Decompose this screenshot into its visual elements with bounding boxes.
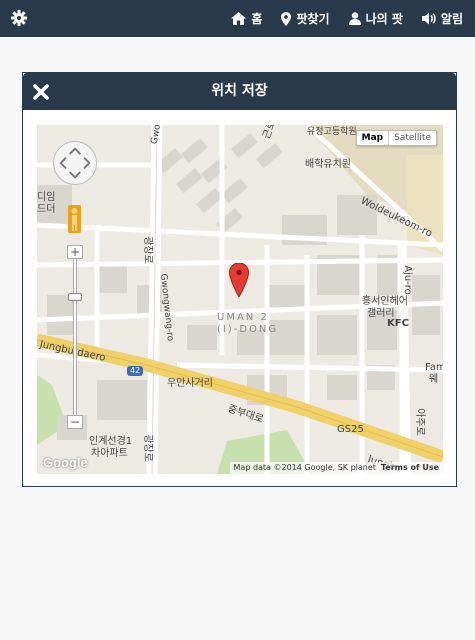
map-pin-icon[interactable] — [229, 263, 249, 297]
volume-icon — [421, 12, 436, 25]
map-label-kfc: KFC — [387, 318, 409, 329]
map-label-baehak: 배학유치원 — [305, 159, 351, 170]
google-logo: Google — [43, 455, 88, 470]
map-label-apt2: 차아파트 — [91, 448, 128, 459]
map-label-heungseo: 흥서인헤어 — [362, 296, 408, 307]
save-location-panel: 위치 저장 배학유치원 유정고등학원 Woldeukeom-ro Aju-ro … — [22, 72, 457, 487]
pan-control[interactable] — [53, 141, 97, 185]
nav-home[interactable]: 홈 — [231, 10, 262, 27]
map-label-dim: 디임 — [37, 192, 56, 203]
map-marker-icon — [281, 11, 292, 26]
nav-home-label: 홈 — [251, 12, 263, 26]
map-label-route: 42 — [130, 366, 141, 375]
nav-alerts-label: 알림 — [440, 12, 463, 26]
top-navbar: 홈 팟찾기 나의 팟 알림 — [0, 0, 475, 37]
map-label-gwangwang-kr-low: 광장로 — [141, 434, 153, 462]
pegman-icon[interactable] — [68, 205, 81, 233]
map-label-aju-ro-kr: 아주로 — [413, 408, 425, 436]
zoom-in-button[interactable]: + — [67, 245, 83, 259]
map-type-control: Map Satellite — [355, 130, 437, 146]
map-attribution: Map data ©2014 Google, SK planet Terms of… — [229, 462, 443, 474]
nav-find-pot[interactable]: 팟찾기 — [281, 10, 330, 27]
map-label-yu-school: 유정고등학원 — [307, 127, 357, 137]
map-label-deu: 드더 — [37, 204, 56, 215]
zoom-slider-track[interactable] — [73, 259, 77, 415]
map-label-gs25: GS25 — [337, 424, 364, 435]
map-view[interactable]: 배학유치원 유정고등학원 Woldeukeom-ro Aju-ro 아주로 흥서… — [37, 125, 443, 474]
nav-alerts[interactable]: 알림 — [421, 10, 463, 27]
attribution-text: Map data ©2014 Google, SK planet — [233, 463, 376, 472]
map-label-aju-ro: Aju-ro — [401, 265, 413, 295]
map-type-satellite-button[interactable]: Satellite — [389, 131, 436, 145]
zoom-out-button[interactable]: − — [67, 415, 83, 429]
map-type-map-button[interactable]: Map — [357, 131, 390, 145]
nav-find-pot-label: 팟찾기 — [296, 12, 330, 26]
map-label-uman-intersection: 우만사거리 — [167, 378, 213, 389]
map-label-area-sub: (I)-DONG — [217, 324, 279, 335]
map-label-fam: Fam — [425, 362, 443, 373]
panel-header: 위치 저장 — [23, 73, 456, 110]
map-label-fam-sub: 웨 — [429, 374, 439, 385]
map-label-apt1: 인계선경1 — [89, 436, 133, 447]
zoom-slider-handle[interactable] — [68, 293, 82, 301]
close-icon[interactable] — [31, 82, 51, 102]
map-label-gwangwang-kr: 광장로 — [141, 236, 153, 264]
home-icon — [231, 12, 247, 25]
nav-my-pot[interactable]: 나의 팟 — [348, 10, 403, 27]
map-label-area: UMAN 2 — [217, 312, 269, 323]
panel-title: 위치 저장 — [211, 83, 268, 99]
terms-of-use-link[interactable]: Terms of Use — [381, 463, 439, 472]
gear-icon[interactable] — [10, 9, 28, 27]
user-icon — [348, 12, 361, 25]
nav-my-pot-label: 나의 팟 — [365, 12, 403, 26]
